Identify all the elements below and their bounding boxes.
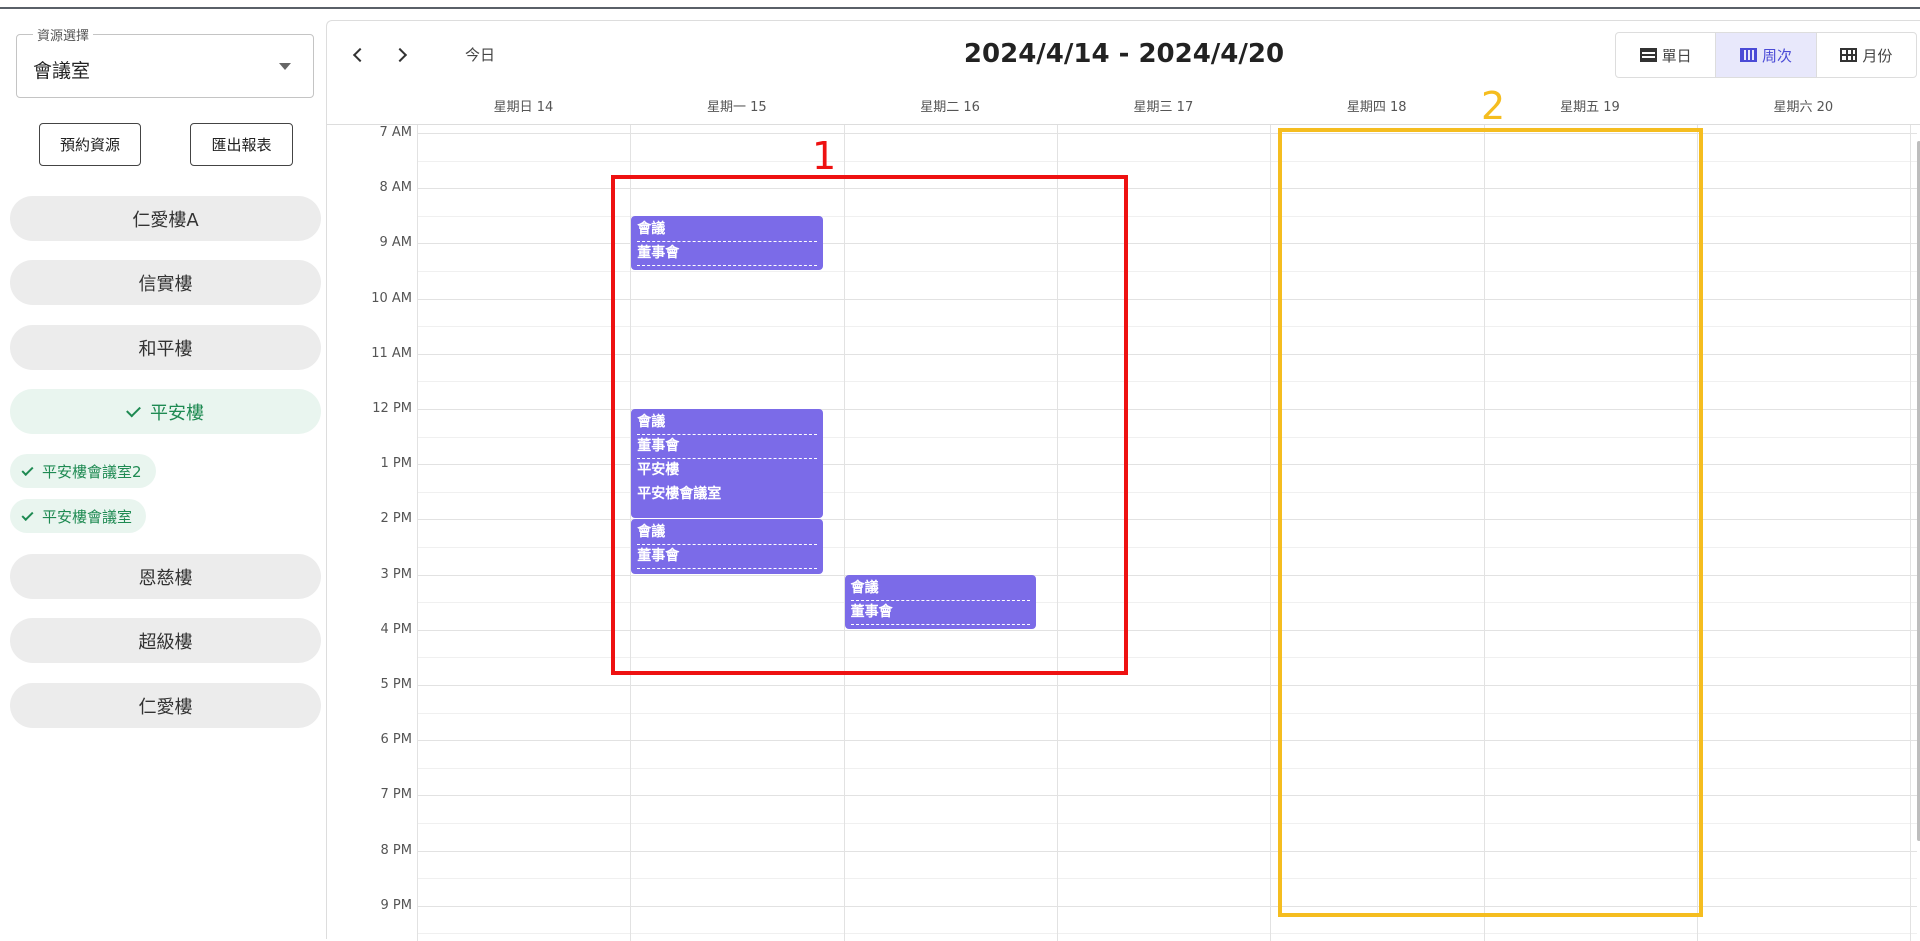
- room-chip-label: 平安樓會議室2: [42, 462, 142, 481]
- time-label: 3 PM: [380, 566, 412, 582]
- annotation-box-1: [611, 175, 1128, 675]
- view-label: 月份: [1862, 46, 1893, 65]
- day-column-divider: [1910, 125, 1912, 941]
- view-label: 周次: [1761, 46, 1792, 65]
- day-header: 星期三 17: [1133, 100, 1194, 115]
- window-top-border: [0, 0, 1920, 9]
- time-label: 2 PM: [380, 511, 412, 527]
- time-label: 5 PM: [380, 677, 412, 692]
- time-label: 9 PM: [380, 897, 412, 913]
- sidebar: 資源選擇 會議室 預約資源 匯出報表 仁愛樓A 信實樓 和平樓 平安樓 平安樓會…: [0, 9, 326, 939]
- chevron-left-icon[interactable]: [347, 43, 371, 67]
- building-item[interactable]: 超級樓: [10, 618, 321, 663]
- month-view-button[interactable]: 月份: [1817, 33, 1916, 77]
- building-label: 信實樓: [138, 273, 193, 295]
- resource-select-value: 會議室: [33, 60, 91, 82]
- building-label: 仁愛樓: [138, 696, 193, 718]
- time-label: 9 AM: [379, 235, 412, 251]
- export-report-button[interactable]: 匯出報表: [190, 123, 293, 166]
- check-icon: [126, 402, 141, 417]
- check-icon: [21, 463, 34, 476]
- building-item[interactable]: 信實樓: [10, 260, 321, 305]
- day-column-divider: [417, 125, 418, 941]
- time-label: 4 PM: [380, 621, 412, 637]
- building-item[interactable]: 恩慈樓: [10, 554, 321, 599]
- day-header: 星期六 20: [1773, 100, 1834, 115]
- day-column-divider: [1270, 125, 1272, 941]
- day-view-icon: [1639, 48, 1657, 62]
- resource-select-legend: 資源選擇: [33, 25, 94, 44]
- view-label: 單日: [1661, 46, 1692, 65]
- time-label: 10 AM: [371, 290, 412, 306]
- time-label: 7 AM: [379, 125, 412, 140]
- book-resource-button[interactable]: 預約資源: [39, 123, 141, 166]
- today-button[interactable]: 今日: [465, 44, 495, 65]
- annotation-label-1: 1: [812, 134, 837, 178]
- check-icon: [21, 508, 34, 521]
- week-view-button[interactable]: 周次: [1716, 33, 1817, 77]
- time-label: 8 AM: [379, 180, 412, 196]
- time-label: 11 AM: [371, 345, 412, 361]
- annotation-box-2: [1278, 128, 1703, 917]
- caret-down-icon: [279, 63, 291, 70]
- time-label: 1 PM: [380, 456, 412, 472]
- room-chip[interactable]: 平安樓會議室: [10, 499, 147, 533]
- day-header: 星期日 14: [493, 100, 554, 115]
- building-item-selected[interactable]: 平安樓: [10, 389, 321, 434]
- day-header: 星期一 15: [706, 100, 767, 115]
- building-item[interactable]: 仁愛樓A: [10, 196, 321, 241]
- day-header: 星期四 18: [1346, 100, 1407, 115]
- month-view-icon: [1840, 48, 1858, 62]
- time-label: 8 PM: [380, 842, 412, 858]
- time-label: 12 PM: [372, 401, 412, 416]
- building-item[interactable]: 和平樓: [10, 325, 321, 370]
- day-header: 星期五 19: [1560, 100, 1620, 115]
- building-label: 平安樓: [150, 402, 204, 424]
- room-chip[interactable]: 平安樓會議室2: [10, 454, 156, 488]
- resource-select[interactable]: 資源選擇 會議室: [16, 25, 314, 98]
- time-label: 6 PM: [380, 732, 412, 748]
- building-item[interactable]: 仁愛樓: [10, 683, 321, 728]
- half-hour-gridline: [417, 933, 1917, 935]
- time-label: 7 PM: [380, 787, 412, 803]
- week-view-icon: [1739, 48, 1757, 62]
- day-view-button[interactable]: 單日: [1616, 33, 1717, 77]
- building-label: 仁愛樓A: [132, 209, 199, 231]
- building-label: 超級樓: [138, 631, 193, 653]
- annotation-label-2: 2: [1481, 84, 1506, 128]
- day-header: 星期二 16: [920, 100, 980, 115]
- building-label: 和平樓: [138, 338, 193, 360]
- chevron-right-icon[interactable]: [391, 43, 415, 67]
- view-switcher: 單日 周次 月份: [1615, 32, 1917, 78]
- room-chip-label: 平安樓會議室: [42, 507, 133, 526]
- building-label: 恩慈樓: [138, 567, 193, 589]
